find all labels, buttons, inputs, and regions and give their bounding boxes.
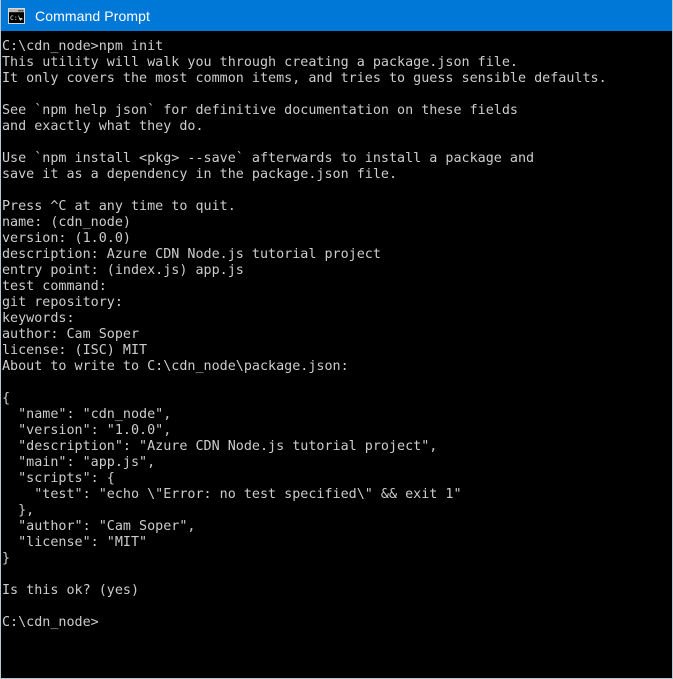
terminal-screen[interactable]: C:\cdn_node>npm init This utility will w… [1,31,672,678]
title-bar[interactable]: C:\ Command Prompt [1,0,672,31]
command-prompt-window[interactable]: C:\ Command Prompt C:\cdn_node>npm init … [0,0,673,679]
window-title: Command Prompt [35,7,150,24]
console-window-icon: C:\ [8,7,25,24]
console-output: C:\cdn_node>npm init This utility will w… [2,39,607,630]
svg-text:C:\: C:\ [10,14,22,22]
